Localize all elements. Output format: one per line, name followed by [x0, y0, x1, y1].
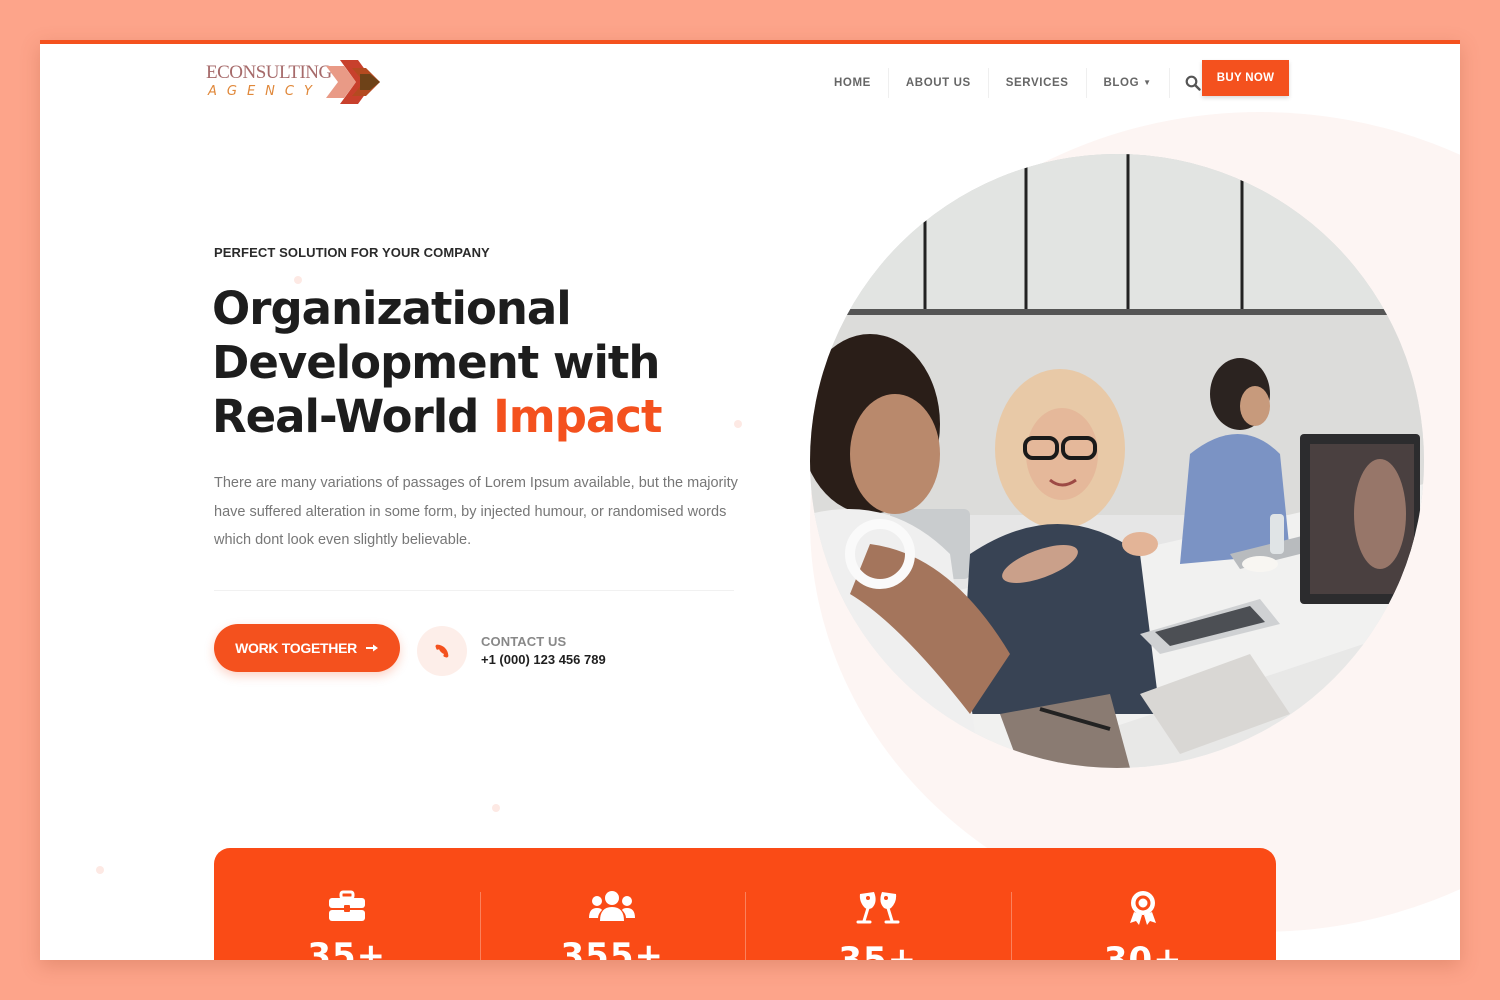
award-icon: [1130, 891, 1157, 925]
stat-item: 35+: [214, 848, 480, 960]
stat-value: 355+: [560, 936, 664, 960]
contact-label: CONTACT US: [481, 634, 567, 649]
stat-item: 35+: [745, 848, 1011, 960]
work-together-label: WORK TOGETHER: [235, 640, 357, 656]
hero-image: [810, 154, 1424, 768]
phone-icon: [435, 644, 449, 658]
phone-button[interactable]: [417, 626, 467, 676]
contact-phone[interactable]: +1 (000) 123 456 789: [481, 652, 606, 667]
buy-now-button[interactable]: BUY NOW: [1202, 60, 1289, 96]
decor-dot: [734, 420, 742, 428]
hero-title-line2: Development with: [212, 336, 660, 389]
arrow-right-icon: [365, 644, 378, 652]
hero-description: There are many variations of passages of…: [214, 475, 738, 548]
nav-blog[interactable]: BLOG ▼: [1087, 68, 1170, 98]
search-icon: [1185, 75, 1201, 91]
nav-blog-label: BLOG: [1103, 77, 1140, 89]
chevron-down-icon: ▼: [1143, 78, 1152, 87]
hero-title-line3: Real-World: [212, 390, 494, 443]
nav-about-us[interactable]: ABOUT US: [889, 68, 989, 98]
stat-value: 30+: [1103, 940, 1183, 960]
stat-item: 30+: [1010, 848, 1277, 960]
briefcase-icon: [328, 890, 365, 921]
hero-title-line1: Organizational: [212, 282, 572, 335]
hero-eyebrow: PERFECT SOLUTION FOR YOUR COMPANY: [214, 245, 490, 260]
main-nav: HOME ABOUT US SERVICES BLOG ▼: [820, 68, 1216, 98]
brand-logo[interactable]: ECONSULTING AGENCY: [206, 58, 396, 106]
nav-services-label: SERVICES: [1005, 77, 1069, 89]
brand-name: ECONSULTING: [206, 62, 332, 83]
decor-dot: [96, 866, 104, 874]
website-frame: ECONSULTING AGENCY HOME ABOUT US SERVICE…: [40, 40, 1460, 960]
work-together-button[interactable]: WORK TOGETHER: [214, 624, 400, 672]
stats-bar: 35+ 355+ 35+ 30+: [214, 848, 1276, 960]
stat-item: 355+: [479, 848, 746, 960]
nav-about-label: ABOUT US: [905, 77, 971, 89]
brand-tagline: AGENCY: [208, 84, 322, 99]
nav-services[interactable]: SERVICES: [989, 68, 1087, 98]
users-icon: [589, 891, 636, 921]
stat-value: 35+: [307, 936, 387, 960]
divider: [214, 590, 734, 591]
hero-title-accent: Impact: [493, 390, 662, 443]
logo-arrow-icon: [326, 60, 380, 104]
nav-home-label: HOME: [834, 77, 871, 89]
stat-value: 35+: [838, 940, 918, 960]
nav-home[interactable]: HOME: [820, 68, 889, 98]
glasses-cheers-icon: [856, 892, 900, 924]
hero-title: Organizational Development with Real-Wor…: [212, 282, 662, 444]
decor-dot: [492, 804, 500, 812]
team-photo-illustration: [810, 154, 1424, 768]
